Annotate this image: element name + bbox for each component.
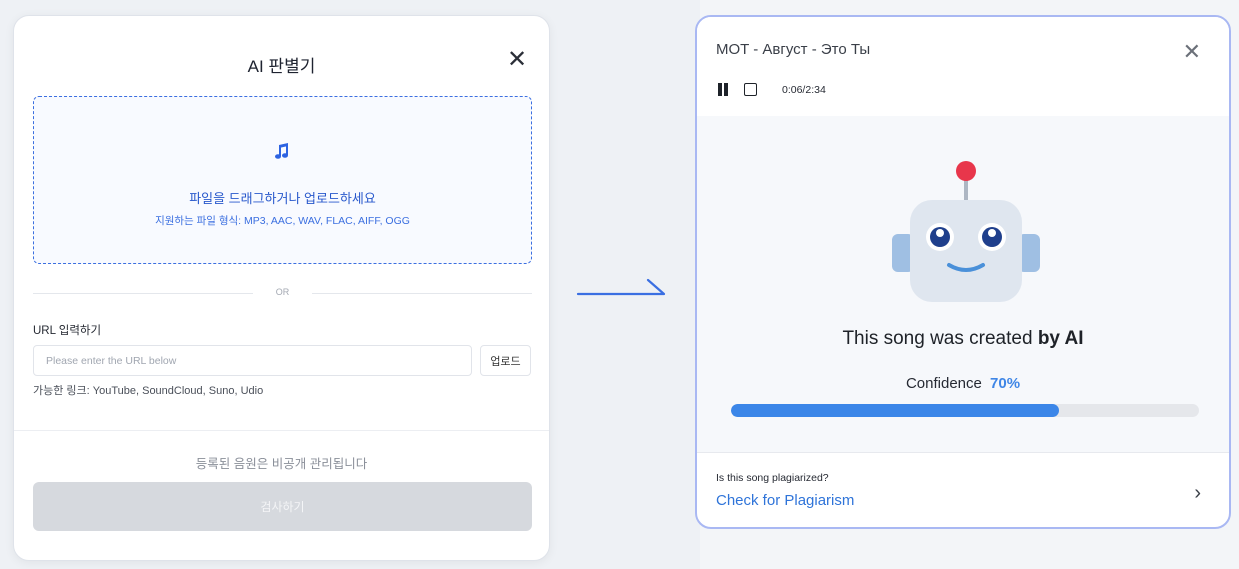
confidence-value: 70% (990, 375, 1021, 392)
result-header: MOT - Август - Это Ты ✕ 0:06/2:34 (697, 17, 1229, 116)
confidence-bar-fill (731, 404, 1059, 417)
result-prefix: This song was created (842, 328, 1038, 349)
plagiarism-question: Is this song plagiarized? (716, 472, 829, 484)
result-statement: This song was created by AI (697, 328, 1229, 350)
stop-icon[interactable] (744, 83, 757, 96)
dropzone-instruction: 파일을 드래그하거나 업로드하세요 (189, 191, 376, 206)
inspect-button[interactable]: 검사하기 (33, 482, 532, 531)
confidence-bar (731, 404, 1199, 417)
playback-time: 0:06/2:34 (782, 84, 826, 96)
pause-icon[interactable] (718, 83, 730, 97)
upload-button[interactable]: 업로드 (480, 345, 531, 376)
allowed-links-text: 가능한 링크: YouTube, SoundCloud, Suno, Udio (33, 385, 264, 397)
result-emphasis: by AI (1037, 328, 1084, 349)
close-icon[interactable]: ✕ (507, 48, 527, 72)
url-input[interactable] (33, 345, 472, 376)
chevron-right-icon[interactable]: › (1194, 482, 1201, 505)
robot-icon (892, 161, 1040, 302)
section-divider (14, 430, 549, 431)
supported-formats: 지원하는 파일 형식: MP3, AAC, WAV, FLAC, AIFF, O… (155, 215, 410, 227)
or-label: OR (275, 287, 290, 297)
arrow-right-icon (576, 278, 666, 296)
result-modal: MOT - Август - Это Ты ✕ 0:06/2:34 This s… (695, 15, 1231, 529)
modal-title: AI 판별기 (247, 57, 316, 76)
url-input-label: URL 입력하기 (33, 325, 102, 337)
divider-line (312, 293, 532, 294)
check-plagiarism-link[interactable]: Check for Plagiarism (716, 492, 854, 509)
song-title: MOT - Август - Это Ты (716, 41, 871, 58)
confidence-row: Confidence 70% (697, 375, 1229, 392)
close-icon[interactable]: ✕ (1183, 39, 1201, 65)
privacy-note: 등록된 음원은 비공개 관리됩니다 (195, 457, 368, 471)
confidence-label: Confidence (905, 375, 982, 392)
ai-detector-modal: AI 판별기 ✕ 파일을 드래그하거나 업로드하세요 지원하는 파일 형식: M… (13, 15, 550, 561)
file-dropzone[interactable]: 파일을 드래그하거나 업로드하세요 지원하는 파일 형식: MP3, AAC, … (33, 96, 532, 264)
music-note-icon (34, 141, 531, 169)
or-divider: OR (33, 286, 532, 300)
footer-divider (697, 452, 1229, 453)
